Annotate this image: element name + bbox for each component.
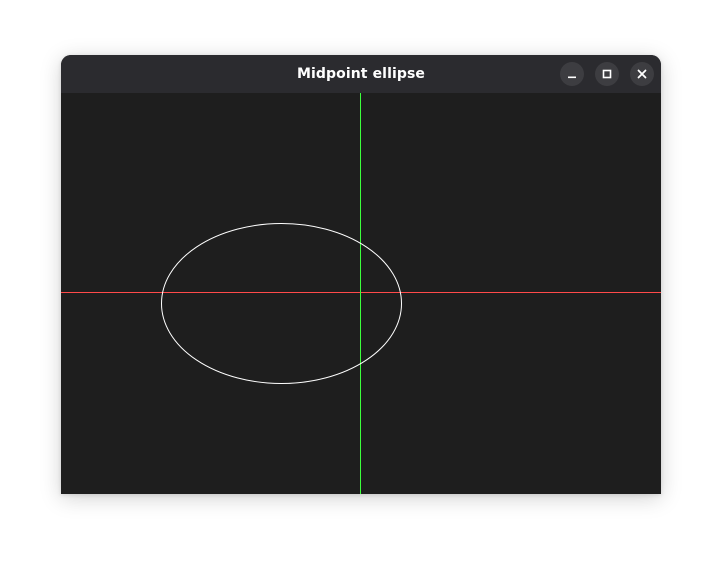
- drawing-canvas[interactable]: [61, 93, 661, 494]
- window-title: Midpoint ellipse: [296, 66, 426, 82]
- close-button[interactable]: [630, 62, 654, 86]
- title-bar[interactable]: Midpoint ellipse: [61, 55, 661, 93]
- midpoint-ellipse: [161, 223, 402, 384]
- minimize-icon: [568, 76, 576, 79]
- maximize-button[interactable]: [595, 62, 619, 86]
- desktop: Midpoint ellipse: [0, 0, 722, 561]
- close-icon: [637, 69, 647, 79]
- maximize-icon: [602, 69, 612, 79]
- canvas-drawing: [61, 93, 661, 494]
- minimize-button[interactable]: [560, 62, 584, 86]
- app-window: Midpoint ellipse: [61, 55, 661, 494]
